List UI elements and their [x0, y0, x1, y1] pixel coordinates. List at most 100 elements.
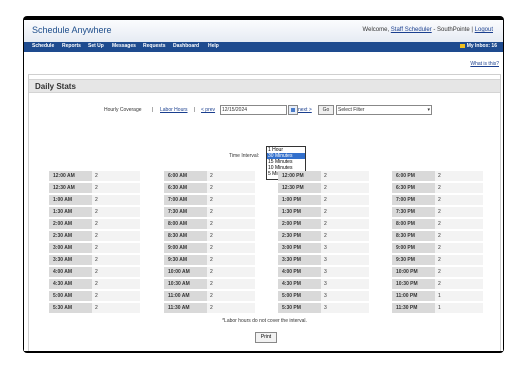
- time-cell: 10:30 AM: [164, 279, 207, 289]
- count-cell: 2: [321, 231, 369, 241]
- count-cell: 2: [207, 243, 255, 253]
- time-cell: 9:00 PM: [392, 243, 435, 253]
- time-cell: 10:00 PM: [392, 267, 435, 277]
- time-cell: 2:30 AM: [49, 231, 92, 241]
- time-cell: 12:00 PM: [278, 171, 321, 181]
- top-header: Schedule Anywhere Welcome, Staff Schedul…: [24, 20, 503, 43]
- app-window: Schedule Anywhere Welcome, Staff Schedul…: [24, 20, 503, 351]
- time-cell: 7:30 AM: [164, 207, 207, 217]
- panel-title: Daily Stats: [35, 82, 76, 91]
- time-interval-label: Time Interval:: [229, 153, 260, 159]
- time-cell: 4:00 PM: [278, 267, 321, 277]
- user-link[interactable]: Staff Scheduler: [391, 27, 432, 33]
- filter-value: Select Filter: [338, 107, 365, 113]
- time-cell: 6:00 AM: [164, 171, 207, 181]
- time-cell: 12:30 PM: [278, 183, 321, 193]
- count-cell: 2: [435, 195, 483, 205]
- welcome-text: Welcome, Staff Scheduler - SouthPointe |…: [363, 27, 493, 33]
- menu-requests[interactable]: Requests: [143, 43, 166, 49]
- time-cell: 6:30 AM: [164, 183, 207, 193]
- menu-reports[interactable]: Reports: [62, 43, 81, 49]
- count-cell: 3: [321, 279, 369, 289]
- count-cell: 2: [435, 171, 483, 181]
- count-cell: 2: [435, 243, 483, 253]
- count-cell: 2: [207, 207, 255, 217]
- logo-text: Schedule Anywhere: [32, 25, 112, 35]
- date-input[interactable]: 12/15/2024: [220, 105, 287, 115]
- calendar-icon[interactable]: [288, 105, 298, 115]
- time-cell: 3:00 PM: [278, 243, 321, 253]
- time-cell: 4:00 AM: [49, 267, 92, 277]
- print-button[interactable]: Print: [255, 332, 277, 343]
- time-cell: 10:30 PM: [392, 279, 435, 289]
- main-menu: Schedule Reports Set Up Messages Request…: [24, 42, 503, 52]
- count-cell: 2: [92, 303, 140, 313]
- time-cell: 5:30 AM: [49, 303, 92, 313]
- count-cell: 2: [435, 267, 483, 277]
- time-cell: 4:30 AM: [49, 279, 92, 289]
- time-cell: 3:30 PM: [278, 255, 321, 265]
- hourly-coverage-label: Hourly Coverage: [104, 107, 142, 113]
- filter-select[interactable]: Select Filter ▾: [336, 105, 432, 115]
- welcome-prefix: Welcome,: [362, 27, 390, 33]
- time-cell: 8:30 AM: [164, 231, 207, 241]
- time-cell: 3:00 AM: [49, 243, 92, 253]
- count-cell: 2: [435, 183, 483, 193]
- labor-note: *Labor hours do not cover the interval.: [222, 318, 307, 324]
- prev-link[interactable]: < prev: [201, 107, 215, 113]
- count-cell: 2: [207, 231, 255, 241]
- count-cell: 2: [92, 195, 140, 205]
- time-cell: 11:00 PM: [392, 291, 435, 301]
- count-cell: 2: [321, 219, 369, 229]
- menu-dashboard[interactable]: Dashboard: [173, 43, 199, 49]
- time-cell: 3:30 AM: [49, 255, 92, 265]
- time-cell: 2:30 PM: [278, 231, 321, 241]
- time-cell: 10:00 AM: [164, 267, 207, 277]
- separator: |: [194, 107, 196, 113]
- count-cell: 2: [321, 207, 369, 217]
- count-cell: 3: [321, 243, 369, 253]
- time-cell: 9:00 AM: [164, 243, 207, 253]
- time-cell: 2:00 AM: [49, 219, 92, 229]
- labor-hours-link[interactable]: Labor Hours: [160, 107, 188, 113]
- inbox-icon: [459, 43, 465, 48]
- what-is-this-link[interactable]: What is this?: [470, 61, 499, 67]
- menu-schedule[interactable]: Schedule: [32, 43, 54, 49]
- count-cell: 2: [92, 231, 140, 241]
- inbox-label: My Inbox: 16: [466, 43, 497, 49]
- count-cell: 2: [435, 255, 483, 265]
- time-cell: 9:30 PM: [392, 255, 435, 265]
- count-cell: 2: [92, 291, 140, 301]
- time-cell: 8:00 AM: [164, 219, 207, 229]
- time-cell: 7:30 PM: [392, 207, 435, 217]
- count-cell: 2: [207, 195, 255, 205]
- time-cell: 12:30 AM: [49, 183, 92, 193]
- time-cell: 9:30 AM: [164, 255, 207, 265]
- count-cell: 2: [207, 255, 255, 265]
- count-cell: 3: [321, 255, 369, 265]
- count-cell: 2: [92, 279, 140, 289]
- menu-setup[interactable]: Set Up: [88, 43, 104, 49]
- go-button[interactable]: Go: [318, 105, 334, 115]
- menu-help[interactable]: Help: [208, 43, 219, 49]
- time-cell: 1:00 AM: [49, 195, 92, 205]
- inbox-link[interactable]: My Inbox: 16: [459, 43, 497, 49]
- count-cell: 2: [92, 267, 140, 277]
- controls-bar: Hourly Coverage | Labor Hours | < prev 1…: [29, 105, 500, 115]
- menu-messages[interactable]: Messages: [112, 43, 136, 49]
- app-logo: Schedule Anywhere: [32, 25, 112, 35]
- next-link[interactable]: next >: [298, 107, 312, 113]
- count-cell: 2: [92, 255, 140, 265]
- time-cell: 11:30 PM: [392, 303, 435, 313]
- count-cell: 2: [207, 291, 255, 301]
- time-cell: 6:00 PM: [392, 171, 435, 181]
- count-cell: 2: [207, 279, 255, 289]
- count-cell: 2: [435, 231, 483, 241]
- count-cell: 2: [435, 207, 483, 217]
- time-cell: 7:00 AM: [164, 195, 207, 205]
- logout-link[interactable]: Logout: [475, 27, 493, 33]
- count-cell: 2: [435, 279, 483, 289]
- count-cell: 2: [92, 183, 140, 193]
- location-text: - SouthPointe |: [431, 27, 475, 33]
- daily-stats-panel: Daily Stats Hourly Coverage | Labor Hour…: [28, 74, 501, 351]
